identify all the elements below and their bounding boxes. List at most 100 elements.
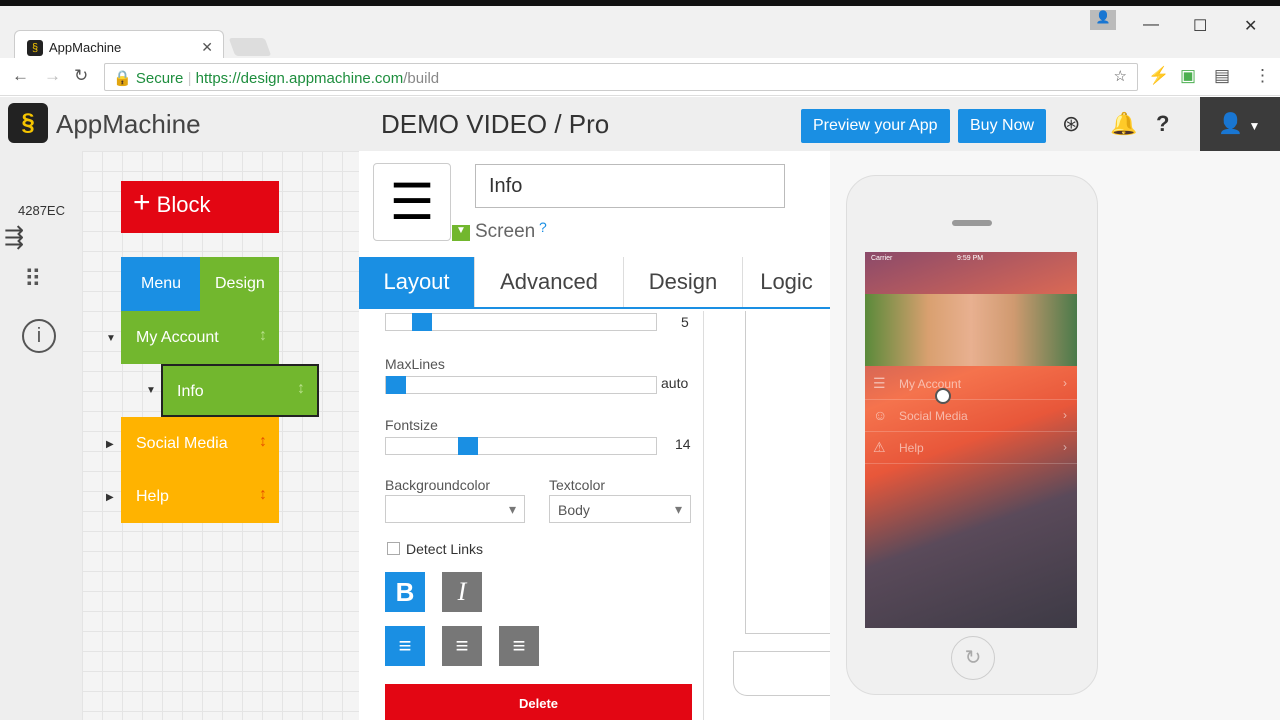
fontsize-label: Fontsize [385,417,438,433]
add-block-button[interactable]: + Block [121,181,279,233]
url-host: https://design.appmachine.com [195,70,404,87]
panel-tabs: Layout Advanced Design Logic [359,257,830,309]
slider[interactable] [385,313,657,331]
reload-icon[interactable]: ↻ [74,66,88,86]
textcolor-label: Textcolor [549,477,606,493]
phone-speaker [952,220,992,226]
fontsize-value: 14 [675,436,691,452]
profile-icon[interactable]: 👤 [1090,10,1116,30]
collapse-icon[interactable]: ⇶ [4,223,24,252]
phone-outline-small [733,651,831,696]
help-icon[interactable]: ? [1156,111,1169,137]
block-label: My Account [136,329,219,346]
bookmark-star-icon[interactable]: ☆ [1114,67,1127,85]
detect-links-label: Detect Links [406,541,484,557]
info-icon[interactable]: i [22,319,56,353]
block-help[interactable]: Help ↕ [121,470,279,523]
status-time: 9:59 PM [957,255,984,262]
phone-menu-item[interactable]: ⚠ Help › [865,432,1077,464]
block-label: Info [177,383,204,400]
address-bar-row: ← → ↻ 🔒 Secure | https://design.appmachi… [0,58,1280,96]
detect-links-checkbox[interactable] [387,542,400,555]
tab-logic[interactable]: Logic [743,257,830,307]
new-tab-button[interactable] [228,38,272,56]
preview-app-button[interactable]: Preview your App [801,109,950,143]
block-type-label: Screen [475,221,536,242]
textcolor-select[interactable]: Body [549,495,691,523]
maximize-icon[interactable]: ☐ [1193,16,1207,36]
drag-handle-icon[interactable]: ↕ [259,327,267,345]
app-preview: Carrier 9:59 PM ☰ My Account › ☺ Social Med… [830,151,1280,720]
italic-button[interactable]: I [442,572,482,612]
menu-block[interactable]: Menu [121,257,200,311]
back-icon[interactable]: ← [12,66,29,86]
align-center-button[interactable]: ≡ [442,626,482,666]
phone-menu-item[interactable]: ☺ Social Media › [865,400,1077,432]
phone-menu-item[interactable]: ☰ My Account › [865,368,1077,400]
url-input[interactable]: 🔒 Secure | https://design.appmachine.com… [104,63,1138,91]
chevron-right-icon: › [1063,408,1067,422]
chevron-right-icon: › [1063,376,1067,390]
extension-icon[interactable]: ▣ [1180,66,1196,86]
appmachine-logo: § [8,103,48,143]
drag-handle-icon[interactable]: ↕ [259,486,267,504]
drag-handle-icon[interactable]: ↕ [297,380,305,398]
left-nav: 4287EC ⇶ ⠿ i [0,151,82,720]
minimize-icon[interactable]: — [1143,16,1159,34]
notifications-bell-icon[interactable]: 🔔 [1110,111,1137,137]
chat-icon: ☺ [873,407,888,423]
touch-cursor [935,388,951,404]
maxlines-slider[interactable] [385,376,657,394]
home-button[interactable]: ↻ [951,636,995,680]
close-window-icon[interactable]: ✕ [1244,16,1257,36]
block-title-input[interactable]: Info [475,164,785,208]
block-info-selected[interactable]: Info ↕ [161,364,319,417]
user-menu[interactable]: 👤 ▼ [1200,97,1280,151]
buy-now-button[interactable]: Buy Now [958,109,1047,143]
secure-label: Secure [135,70,184,87]
dropdown-arrow-icon[interactable]: ▼ [452,225,470,241]
tab-title: AppMachine [49,40,122,55]
tab-advanced[interactable]: Advanced [475,257,624,307]
maxlines-label: MaxLines [385,356,445,372]
tab-layout[interactable]: Layout [359,257,475,307]
bold-button[interactable]: B [385,572,425,612]
expand-arrow-icon[interactable]: ▼ [106,333,116,344]
extension-icon[interactable]: ▤ [1214,66,1230,86]
fontsize-slider[interactable] [385,437,657,455]
list-icon: ☰ [873,375,886,391]
phone-screen: Carrier 9:59 PM ☰ My Account › ☺ Social Med… [865,252,1077,628]
help-link[interactable]: ? [539,219,547,235]
slider-value: 5 [681,314,689,330]
block-my-account[interactable]: My Account ↕ [121,311,279,364]
lock-icon: 🔒 [113,70,132,87]
chevron-right-icon: › [1063,440,1067,454]
support-lifebuoy-icon[interactable]: ⊛ [1062,111,1080,137]
align-left-button[interactable]: ≡ [385,626,425,666]
close-tab-icon[interactable]: ✕ [201,39,213,56]
block-label: Social Media [136,435,228,452]
align-right-button[interactable]: ≡ [499,626,539,666]
warning-icon: ⚠ [873,439,886,455]
browser-tabstrip: § AppMachine ✕ 👤 — ☐ ✕ [0,6,1280,64]
apps-grid-icon[interactable]: ⠿ [24,265,42,294]
backgroundcolor-label: Backgroundcolor [385,477,491,493]
scrollbar-divider [703,311,704,720]
drag-handle-icon[interactable]: ↕ [259,433,267,451]
backgroundcolor-select[interactable] [385,495,525,523]
expand-arrow-icon[interactable]: ▼ [146,385,156,396]
expand-arrow-icon[interactable]: ▶ [106,492,114,503]
design-block[interactable]: Design [200,257,279,311]
delete-button[interactable]: Delete [385,684,692,720]
menu-label: My Account [899,377,962,391]
maxlines-value: auto [661,375,689,391]
url-path: /build [403,70,440,87]
block-social-media[interactable]: Social Media ↕ [121,417,279,470]
app-header: § AppMachine DEMO VIDEO / Pro Preview yo… [0,97,1280,151]
menu-label: Help [899,441,924,455]
chrome-menu-icon[interactable]: ⋮ [1254,66,1271,86]
expand-arrow-icon[interactable]: ▶ [106,439,114,450]
forward-icon[interactable]: → [44,66,61,86]
extension-icon[interactable]: ⚡ [1148,66,1169,86]
tab-design[interactable]: Design [624,257,743,307]
